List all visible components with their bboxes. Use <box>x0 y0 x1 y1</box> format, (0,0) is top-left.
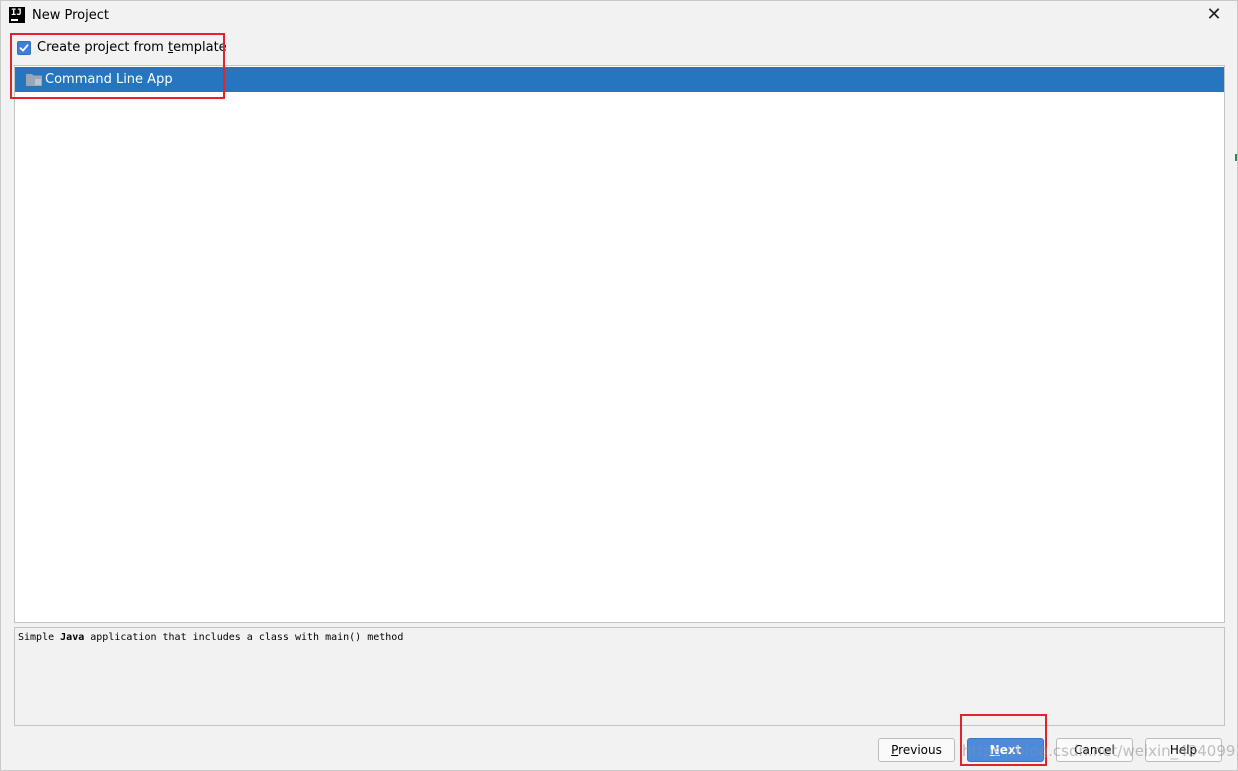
annotation-box-next <box>960 714 1047 766</box>
edge-indicator <box>1235 154 1237 161</box>
template-description-panel: Simple Java application that includes a … <box>14 627 1225 726</box>
previous-button[interactable]: Previous <box>878 738 955 762</box>
template-description: Simple Java application that includes a … <box>18 632 404 643</box>
window-title: New Project <box>32 8 109 23</box>
annotation-box-template <box>10 33 225 99</box>
close-button[interactable]: ✕ <box>1191 1 1237 31</box>
title-bar: IJ New Project ✕ <box>1 1 1237 31</box>
new-project-dialog: IJ New Project ✕ Create project from tem… <box>0 0 1238 771</box>
intellij-logo-icon: IJ <box>9 7 25 23</box>
template-list[interactable]: Command Line App <box>14 65 1225 623</box>
help-button[interactable]: Help <box>1145 738 1222 762</box>
cancel-button[interactable]: Cancel <box>1056 738 1133 762</box>
